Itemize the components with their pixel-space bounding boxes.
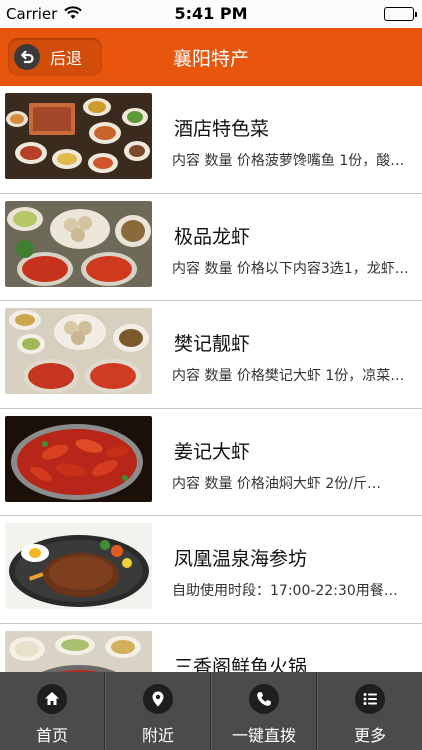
list-item[interactable]: 姜记大虾 内容 数量 价格油焖大虾 2份/斤…	[0, 408, 422, 516]
item-title: 极品龙虾	[174, 225, 251, 248]
list-item[interactable]: 酒店特色菜 内容 数量 价格菠萝馋嘴鱼 1份，酸菜鱼…	[0, 86, 422, 194]
item-description: 内容 数量 价格油焖大虾 2份/斤…	[172, 475, 381, 492]
item-title: 酒店特色菜	[174, 118, 270, 140]
tab-more[interactable]: 更多	[317, 672, 422, 750]
battery-icon	[384, 7, 417, 21]
tab-label: 一键直拨	[231, 726, 296, 745]
list-item[interactable]: 极品龙虾 内容 数量 价格以下内容3选1，龙虾…	[0, 193, 422, 301]
tab-label: 附近	[141, 726, 174, 745]
item-description: 内容 数量 价格菠萝馋嘴鱼 1份，酸菜鱼…	[172, 153, 410, 169]
list-item[interactable]: 三香阁鲜鱼火锅	[0, 623, 422, 673]
item-title: 樊记靓虾	[174, 333, 251, 355]
dish-photo	[5, 630, 152, 672]
dish-photo	[5, 523, 152, 609]
tab-label: 更多	[353, 726, 386, 745]
tab-label: 首页	[35, 726, 68, 745]
home-icon	[37, 684, 67, 714]
tab-nearby[interactable]: 附近	[105, 672, 211, 750]
dish-photo	[5, 93, 152, 179]
item-title: 凤凰温泉海参坊	[174, 548, 308, 570]
item-description: 内容 数量 价格以下内容3选1，龙虾…	[172, 260, 409, 277]
location-pin-icon	[143, 684, 173, 714]
tab-bar: 首页 附近 一键直拨 更多	[0, 672, 422, 750]
item-description: 内容 数量 价格樊记大虾 1份，凉菜…	[172, 368, 405, 384]
dish-photo	[5, 200, 152, 287]
dish-photo	[5, 415, 152, 502]
item-title: 三香阁鲜鱼火锅	[174, 655, 308, 673]
product-list: 酒店特色菜 内容 数量 价格菠萝馋嘴鱼 1份，酸菜鱼… 极品龙虾 内容 数量 价…	[0, 86, 422, 672]
status-time: 5:41 PM	[174, 4, 248, 23]
phone-icon	[249, 684, 279, 714]
nav-bar: 后退 襄阳特产	[0, 28, 422, 86]
list-item[interactable]: 樊记靓虾 内容 数量 价格樊记大虾 1份，凉菜…	[0, 301, 422, 409]
dish-photo	[5, 308, 152, 394]
page-title: 襄阳特产	[172, 48, 249, 70]
more-list-icon	[355, 684, 385, 714]
item-title: 姜记大虾	[174, 440, 251, 463]
status-bar: Carrier 5:41 PM	[0, 0, 422, 28]
tab-home[interactable]: 首页	[0, 672, 105, 750]
list-item[interactable]: 凤凰温泉海参坊 自助使用时段：17:00-22:30用餐…	[0, 516, 422, 624]
item-description: 自助使用时段：17:00-22:30用餐…	[172, 583, 398, 599]
tab-call[interactable]: 一键直拨	[211, 672, 317, 750]
